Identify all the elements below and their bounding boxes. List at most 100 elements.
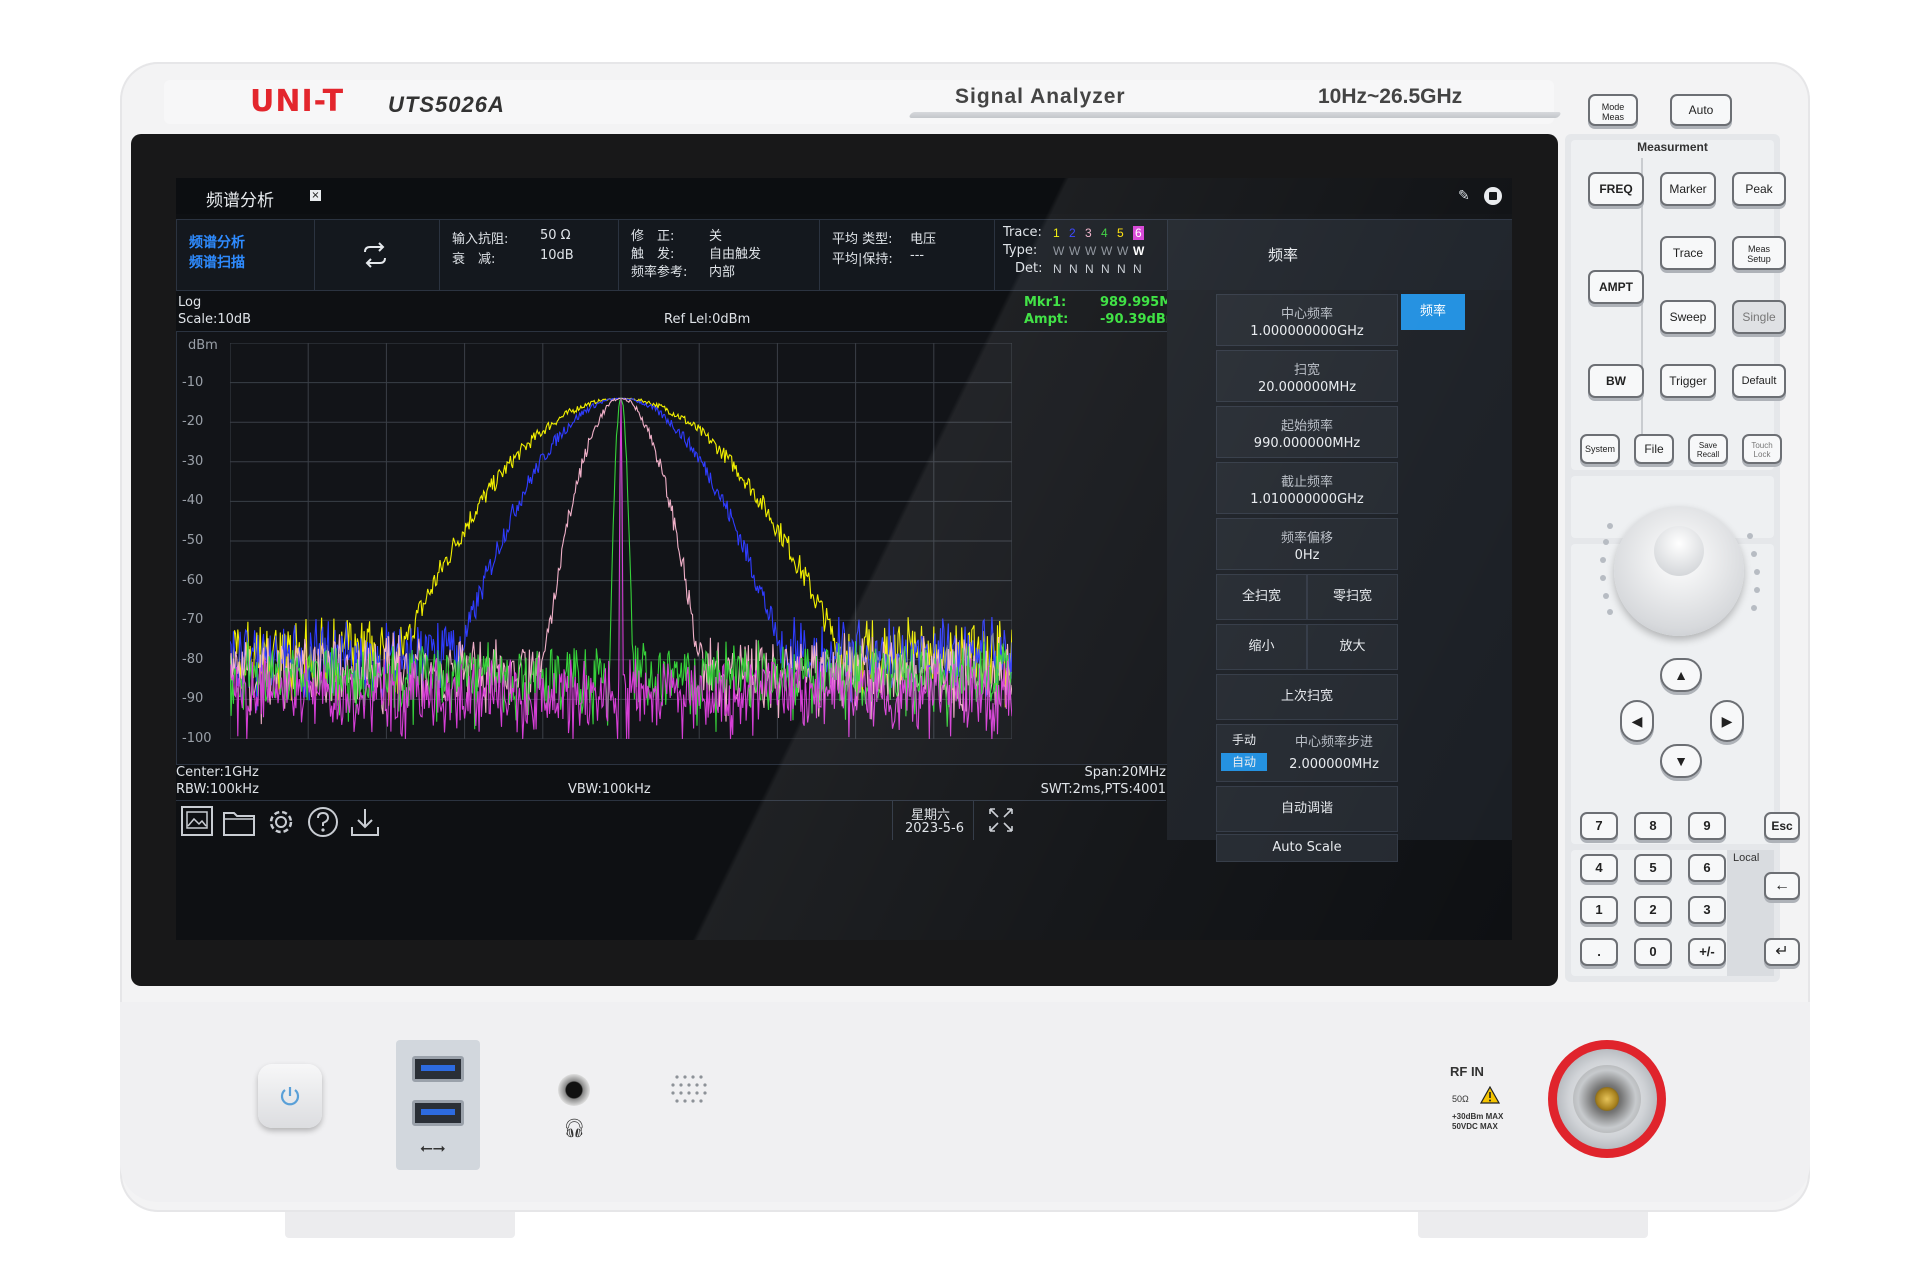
manual-option[interactable]: 手动 [1221, 731, 1267, 749]
avg-hold-label: 平均|保持: [832, 252, 893, 267]
stop-icon[interactable] [1484, 187, 1502, 205]
backspace-icon: ← [1774, 877, 1790, 894]
average-cell[interactable]: 平均 类型: 电压 平均|保持: --- [819, 219, 995, 291]
refresh-cell[interactable] [314, 219, 440, 291]
full-span-button[interactable]: 全扫宽 [1216, 574, 1307, 620]
auto-scale-button[interactable]: Auto Scale [1216, 834, 1398, 862]
start-frequency-key[interactable]: 起始频率 990.000000MHz [1216, 406, 1398, 458]
auto-tune-button[interactable]: 自动调谐 [1216, 786, 1398, 832]
digit-key[interactable]: 7 [1580, 812, 1618, 840]
mode-meas-key[interactable]: Mode Meas [1588, 94, 1638, 126]
usb-port-2[interactable] [412, 1100, 464, 1126]
trace-number: 1 [1053, 226, 1060, 240]
input-cell[interactable]: 输入抗阻: 50 Ω 衰 减: 10dB [439, 219, 619, 291]
measurement-label: Measurment [1637, 140, 1708, 154]
spectrum-chart[interactable] [230, 343, 1012, 739]
headphone-jack[interactable] [558, 1074, 590, 1106]
mode-line-2: 频谱扫描 [189, 255, 245, 271]
fullscreen-icon [989, 808, 1013, 832]
span-key[interactable]: 扫宽 20.000000MHz [1216, 350, 1398, 402]
auto-option[interactable]: 自动 [1221, 753, 1267, 771]
digit-key[interactable]: 0 [1634, 938, 1672, 966]
picture-icon[interactable] [180, 805, 214, 837]
zero-span-button[interactable]: 零扫宽 [1307, 574, 1398, 620]
digit-key[interactable]: 2 [1634, 896, 1672, 924]
marker-name: Mkr1: [1024, 295, 1067, 310]
stop-frequency-key[interactable]: 截止频率 1.010000000GHz [1216, 462, 1398, 514]
freq-key[interactable]: FREQ [1588, 172, 1644, 206]
digit-key[interactable]: 1 [1580, 896, 1618, 924]
side-tab-frequency[interactable]: 频率 [1401, 294, 1465, 330]
bw-key[interactable]: BW [1588, 364, 1644, 398]
gear-icon[interactable] [264, 805, 298, 839]
trigger-cell[interactable]: 修 正: 关 触 发: 自由触发 频率参考: 内部 [618, 219, 820, 291]
rf-input-connector[interactable] [1548, 1040, 1666, 1158]
digit-key[interactable]: +/- [1688, 938, 1726, 966]
edit-icon[interactable]: ✎ [1458, 188, 1474, 204]
trace-type: W [1085, 244, 1097, 258]
digit-key[interactable]: 5 [1634, 854, 1672, 882]
center-step-key[interactable]: 手动 自动 中心频率步进 2.000000MHz [1216, 724, 1398, 782]
file-key[interactable]: File [1634, 434, 1674, 464]
enter-key[interactable]: ↵ [1764, 938, 1800, 966]
auto-key[interactable]: Auto [1670, 94, 1732, 126]
title-underline [908, 112, 1562, 118]
last-span-button[interactable]: 上次扫宽 [1216, 674, 1398, 720]
arrow-down-key[interactable]: ▼ [1660, 744, 1702, 778]
save-recall-key[interactable]: Save Recall [1688, 434, 1728, 464]
knob-dots-left [1600, 523, 1613, 615]
trace-type: W [1117, 244, 1129, 258]
arrow-right-key[interactable]: ▶ [1710, 700, 1744, 742]
default-key[interactable]: Default [1732, 364, 1786, 398]
trigger-key[interactable]: Trigger [1660, 364, 1716, 398]
touch-lock-key[interactable]: Touch Lock [1742, 434, 1782, 464]
arrow-left-key[interactable]: ◀ [1620, 700, 1654, 742]
arrow-up-key[interactable]: ▲ [1660, 658, 1702, 692]
knob-dimple [1654, 526, 1704, 576]
zoom-in-button[interactable]: 放大 [1307, 624, 1398, 670]
up-arrow-icon: ▲ [1674, 667, 1688, 683]
trace-cell[interactable]: Trace: Type: Det: 1WN2WN3WN4WN5WN6WN [994, 219, 1168, 291]
download-icon[interactable] [348, 805, 382, 839]
trace-detector: N [1101, 262, 1110, 276]
trace-detector: N [1117, 262, 1126, 276]
screen: 频谱分析 × ✎ 频谱分析 频谱扫描 输入抗阻: 50 Ω 衰 减: 10dB … [176, 178, 1512, 940]
zoom-out-button[interactable]: 缩小 [1216, 624, 1307, 670]
digit-key[interactable]: 8 [1634, 812, 1672, 840]
model-name: UTS5026A [388, 92, 505, 117]
y-tick-label: -60 [182, 572, 204, 588]
sweep-key[interactable]: Sweep [1660, 300, 1716, 334]
frequency-offset-key[interactable]: 频率偏移 0Hz [1216, 518, 1398, 570]
digit-key[interactable]: . [1580, 938, 1618, 966]
trace-key[interactable]: Trace [1660, 236, 1716, 270]
fullscreen-cell[interactable] [973, 800, 1026, 840]
digit-key[interactable]: 9 [1688, 812, 1726, 840]
center-frequency-key[interactable]: 中心频率 1.000000000GHz [1216, 294, 1398, 346]
esc-key[interactable]: Esc [1764, 812, 1800, 840]
correction-value: 关 [709, 229, 723, 244]
peak-key[interactable]: Peak [1732, 172, 1786, 206]
digit-key[interactable]: 6 [1688, 854, 1726, 882]
left-arrow-icon: ◀ [1631, 713, 1643, 729]
help-icon[interactable] [306, 805, 340, 839]
system-key[interactable]: System [1580, 434, 1620, 464]
menu-title-cell: 频率 [1167, 219, 1512, 291]
rotary-knob[interactable] [1614, 506, 1744, 636]
tab-close-icon[interactable]: × [310, 190, 321, 201]
usb-port-1[interactable] [412, 1056, 464, 1082]
power-button[interactable] [258, 1064, 322, 1128]
y-tick-label: -70 [182, 612, 204, 628]
mode-cell[interactable]: 频谱分析 频谱扫描 [176, 219, 315, 291]
folder-icon[interactable] [222, 807, 256, 837]
stop-freq-label: 截止频率 [1280, 475, 1333, 490]
digit-key[interactable]: 4 [1580, 854, 1618, 882]
tab-spectrum-analysis[interactable]: 频谱分析 [206, 186, 274, 211]
marker-key[interactable]: Marker [1660, 172, 1716, 206]
digit-key[interactable]: 3 [1688, 896, 1726, 924]
trigger-label: 触 发: [631, 247, 675, 262]
ampt-key[interactable]: AMPT [1588, 270, 1644, 304]
single-key[interactable]: Single [1732, 300, 1786, 334]
backspace-key[interactable]: ← [1764, 872, 1800, 900]
y-tick-label: -100 [182, 731, 212, 746]
meas-setup-key[interactable]: Meas Setup [1732, 236, 1786, 270]
